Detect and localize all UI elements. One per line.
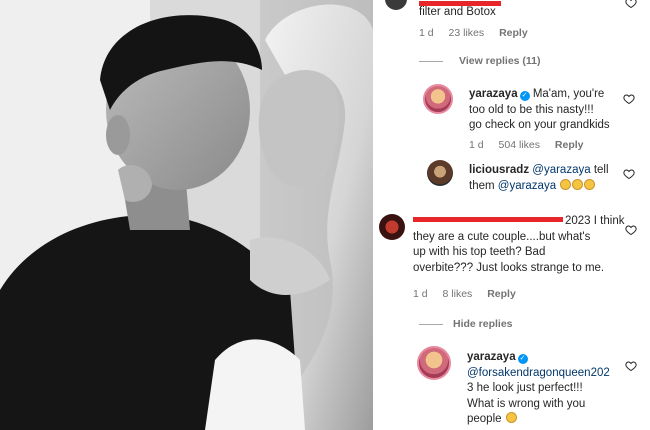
- comment-body: 2023 I think they are a cute couple....b…: [413, 214, 638, 276]
- reply-line-1: yarazaya ✓: [467, 350, 639, 366]
- mention-link[interactable]: @yarazaya: [532, 164, 590, 176]
- comment-line-3: up with his top teeth? Bad: [413, 246, 546, 258]
- heart-icon[interactable]: [625, 0, 637, 9]
- heart-icon[interactable]: [625, 360, 637, 372]
- comment-line-2: they are a cute couple....but what's: [413, 230, 591, 243]
- verified-badge-icon: ✓: [519, 91, 530, 101]
- comment-likes[interactable]: 8 likes: [443, 288, 473, 300]
- mention-link[interactable]: @forsakendragonqueen202: [467, 366, 639, 382]
- reply-text: tell: [590, 164, 609, 176]
- avatar[interactable]: [417, 346, 451, 380]
- mention-link[interactable]: @yarazaya: [498, 180, 556, 192]
- comment-time: 1 d: [419, 27, 434, 39]
- view-replies-button[interactable]: View replies (11): [459, 55, 541, 67]
- heart-icon[interactable]: [623, 168, 635, 180]
- comment-meta: 1 d 8 likes Reply: [413, 288, 528, 300]
- username[interactable]: yarazaya: [467, 351, 516, 363]
- comment-line-1: 2023 I think: [565, 215, 625, 227]
- laughing-emoji-icon: [505, 412, 517, 423]
- comment-time: 1 d: [413, 288, 428, 300]
- comment-line-4: overbite??? Just looks strange to me.: [413, 261, 605, 274]
- reply-line-2: them @yarazaya: [469, 178, 639, 195]
- reply-line-1: yarazaya ✓ Ma'am, you're: [469, 87, 639, 103]
- reply-time: 1 d: [469, 139, 484, 151]
- reply-body: yarazaya ✓ Ma'am, you're too old to be th…: [469, 87, 639, 134]
- laughing-emoji-icon: [572, 178, 584, 190]
- reply-button[interactable]: Reply: [487, 288, 516, 300]
- reply-line-2: too old to be this nasty!!!: [469, 103, 594, 116]
- username[interactable]: yarazaya: [469, 88, 518, 100]
- reply-body: yarazaya ✓ @forsakendragonqueen202 3 he l…: [467, 350, 639, 428]
- comment-text: filter and Botox: [419, 6, 496, 18]
- verified-badge-icon: ✓: [517, 354, 528, 364]
- reply-button[interactable]: Reply: [555, 139, 584, 151]
- avatar[interactable]: [379, 214, 405, 240]
- reply-meta: 1 d 504 likes Reply: [469, 139, 596, 151]
- heart-icon[interactable]: [625, 224, 637, 236]
- heart-icon[interactable]: [623, 93, 635, 105]
- comments-panel: filter and Botox 1 d 23 likes Reply View…: [373, 0, 650, 430]
- reply-line-3: go check on your grandkids: [469, 119, 610, 131]
- comment-likes[interactable]: 23 likes: [449, 27, 485, 39]
- reply-text: Ma'am, you're: [532, 88, 605, 100]
- reply-line-2: 3 he look just perfect!!!: [467, 382, 583, 394]
- hide-replies-button[interactable]: Hide replies: [453, 318, 513, 330]
- reply-button[interactable]: Reply: [499, 27, 528, 39]
- reply-line-3: What is wrong with you: [467, 397, 586, 410]
- avatar[interactable]: [385, 0, 407, 10]
- username[interactable]: liciousradz: [469, 164, 529, 176]
- laughing-emoji-icon: [560, 178, 572, 190]
- thread-line: [419, 324, 443, 325]
- reply-line-1: liciousradz @yarazaya tell: [469, 163, 639, 179]
- reply-body: liciousradz @yarazaya tell them @yarazay…: [469, 163, 639, 194]
- reply-text: them: [469, 179, 498, 192]
- avatar[interactable]: [423, 84, 453, 114]
- post-photo[interactable]: [0, 0, 373, 430]
- avatar[interactable]: [427, 160, 453, 186]
- reply-line-4: people: [467, 412, 639, 428]
- comment-meta: 1 d 23 likes Reply: [419, 27, 540, 39]
- couple-photo: [0, 0, 373, 430]
- thread-line: [419, 61, 443, 62]
- reply-text: people: [467, 413, 502, 425]
- reply-likes[interactable]: 504 likes: [499, 139, 540, 151]
- laughing-emoji-icon: [584, 178, 596, 190]
